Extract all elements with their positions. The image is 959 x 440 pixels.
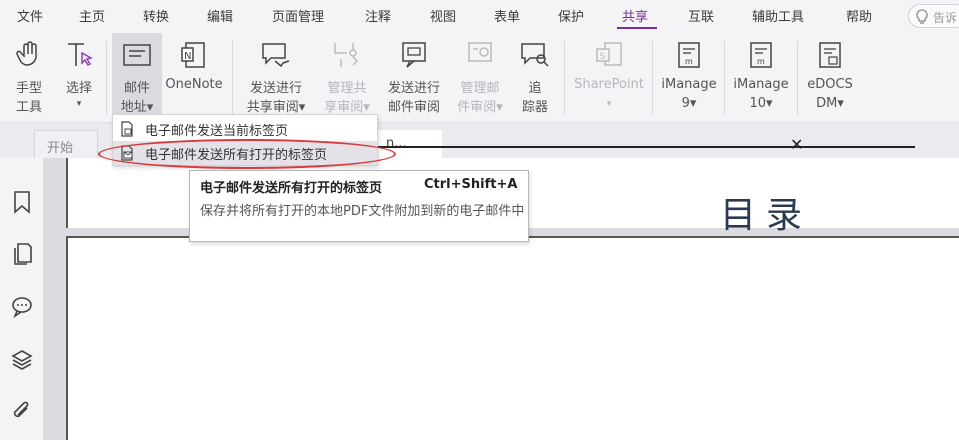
edocs-dm-button[interactable]: eDOCS DM▾	[800, 33, 860, 121]
onenote-button[interactable]: N OneNote	[164, 33, 224, 121]
sharepoint-caret: ▾	[606, 99, 612, 109]
text-select-icon	[68, 43, 93, 66]
tracker-label-2: 踪器	[521, 100, 548, 115]
tracker-button[interactable]: 追 踪器	[512, 33, 558, 121]
send-email-review-button[interactable]: 发送进行 邮件审阅	[382, 33, 446, 121]
tracker-icon	[521, 43, 549, 67]
manage-shared-label-1: 管理共	[327, 81, 367, 96]
send-shared-label-1: 发送进行	[249, 81, 302, 96]
tell-me-search[interactable]: 告诉	[908, 4, 959, 28]
shared-review-icon	[262, 43, 290, 68]
hand-icon	[16, 41, 37, 66]
email-address-label-1: 邮件	[123, 81, 150, 96]
menu-bar: 文件 主页 转换 编辑 页面管理 注释 视图 表单 保护 共享 互联 辅助工具 …	[0, 0, 959, 33]
svg-text:S: S	[600, 52, 606, 62]
tab-start[interactable]: 开始	[34, 130, 98, 158]
imanage-10-label-1: iManage	[733, 77, 789, 92]
menu-protect[interactable]: 保护	[558, 6, 584, 26]
send-shared-review-button[interactable]: 发送进行 共享审阅▾	[240, 33, 312, 121]
send-email-review-label-1: 发送进行	[387, 81, 440, 96]
highlight-ellipse	[98, 139, 396, 169]
onenote-label: OneNote	[165, 77, 223, 92]
imanage-9-label-1: iManage	[661, 77, 717, 92]
send-shared-label-2: 共享审阅▾	[246, 100, 306, 115]
menu-file[interactable]: 文件	[17, 6, 43, 26]
svg-text:m: m	[757, 57, 765, 66]
hand-tool-label-1: 手型	[15, 81, 42, 96]
sharepoint-label: SharePoint	[574, 77, 644, 92]
layers-icon[interactable]	[11, 348, 33, 372]
menu-home[interactable]: 主页	[79, 6, 105, 26]
menu-accessibility[interactable]: 辅助工具	[752, 6, 804, 26]
email-address-icon	[123, 44, 151, 66]
imanage-icon: m	[750, 42, 772, 68]
manage-email-review-button[interactable]: 管理邮 件审阅▾	[450, 33, 510, 121]
edocs-label-2: DM▾	[816, 96, 844, 111]
menu-help[interactable]: 帮助	[846, 6, 872, 26]
manage-email-icon	[468, 42, 492, 62]
onenote-icon: N	[181, 42, 205, 68]
hand-tool-label-2: 工具	[15, 100, 42, 115]
select-caret: ▾	[76, 99, 82, 109]
menu-convert[interactable]: 转换	[143, 6, 169, 26]
ribbon-separator	[797, 41, 798, 115]
edocs-label-1: eDOCS	[807, 77, 853, 92]
tracker-label-1: 追	[528, 81, 542, 96]
search-hint: 告诉	[933, 11, 958, 25]
pages-icon[interactable]	[11, 242, 33, 266]
page-heading: 目录	[720, 195, 813, 236]
sharepoint-icon: S	[596, 42, 622, 66]
imanage-9-label-2: 9▾	[681, 96, 697, 111]
menu-edit[interactable]: 编辑	[207, 6, 233, 26]
email-review-icon	[402, 42, 426, 68]
manage-email-label-1: 管理邮	[460, 81, 500, 96]
imanage-10-label-2: 10▾	[749, 96, 773, 111]
imanage-icon: m	[678, 42, 700, 68]
tooltip-description: 保存并将所有打开的本地PDF文件附加到新的电子邮件中	[200, 204, 525, 219]
menu-item-label: 电子邮件发送当前标签页	[145, 124, 289, 139]
email-address-label-2: 地址▾	[120, 100, 154, 115]
email-address-button[interactable]: 邮件 地址▾	[112, 33, 162, 121]
attachment-icon[interactable]	[11, 400, 33, 424]
imanage-10-button[interactable]: m iManage 10▾	[728, 33, 794, 121]
bookmark-icon[interactable]	[11, 190, 33, 214]
tooltip-title: 电子邮件发送所有打开的标签页	[200, 181, 383, 196]
ribbon-separator	[724, 41, 725, 115]
svg-text:N: N	[184, 51, 191, 62]
sharepoint-button[interactable]: S SharePoint ▾	[570, 33, 648, 121]
hand-tool-button[interactable]: 手型 工具	[4, 33, 54, 121]
ribbon-separator	[564, 41, 565, 115]
active-tab-indicator	[617, 27, 657, 29]
pdf-editor-window: 文件 主页 转换 编辑 页面管理 注释 视图 表单 保护 共享 互联 辅助工具 …	[0, 0, 959, 440]
share-ribbon: 手型 工具 选择 ▾ 邮件 地址▾ N OneNote 发送进行 共享审阅▾ 管…	[0, 33, 959, 123]
menu-connect[interactable]: 互联	[688, 6, 714, 26]
menu-page-management[interactable]: 页面管理	[272, 6, 324, 26]
menu-comment[interactable]: 注释	[365, 6, 391, 26]
manage-shared-label-2: 享审阅▾	[324, 100, 370, 115]
ribbon-separator	[652, 41, 653, 115]
select-button[interactable]: 选择 ▾	[56, 33, 102, 121]
pdf-page	[66, 236, 959, 440]
send-email-review-label-2: 邮件审阅	[387, 100, 440, 115]
select-label-1: 选择	[65, 81, 92, 96]
menu-item-email-current-tab[interactable]: 电子邮件发送当前标签页	[113, 117, 377, 141]
manage-email-label-2: 件审阅▾	[457, 100, 503, 115]
menu-view[interactable]: 视图	[430, 6, 456, 26]
navigation-panel	[0, 158, 44, 440]
command-tooltip: 电子邮件发送所有打开的标签页 Ctrl+Shift+A 保存并将所有打开的本地P…	[189, 170, 529, 242]
email-page-icon	[121, 121, 133, 137]
manage-shared-review-button[interactable]: 管理共 享审阅▾	[314, 33, 380, 121]
comments-icon[interactable]	[11, 294, 33, 318]
lightbulb-icon	[916, 9, 928, 24]
tooltip-shortcut: Ctrl+Shift+A	[424, 177, 518, 192]
ribbon-separator	[232, 41, 233, 115]
ribbon-separator	[106, 41, 107, 115]
imanage-9-button[interactable]: m iManage 9▾	[656, 33, 722, 121]
close-icon[interactable]: ✕	[790, 135, 803, 154]
edocs-icon	[819, 42, 841, 68]
menu-share[interactable]: 共享	[622, 6, 648, 26]
manage-shared-icon	[334, 43, 359, 67]
svg-text:m: m	[685, 57, 693, 66]
menu-form[interactable]: 表单	[494, 6, 520, 26]
